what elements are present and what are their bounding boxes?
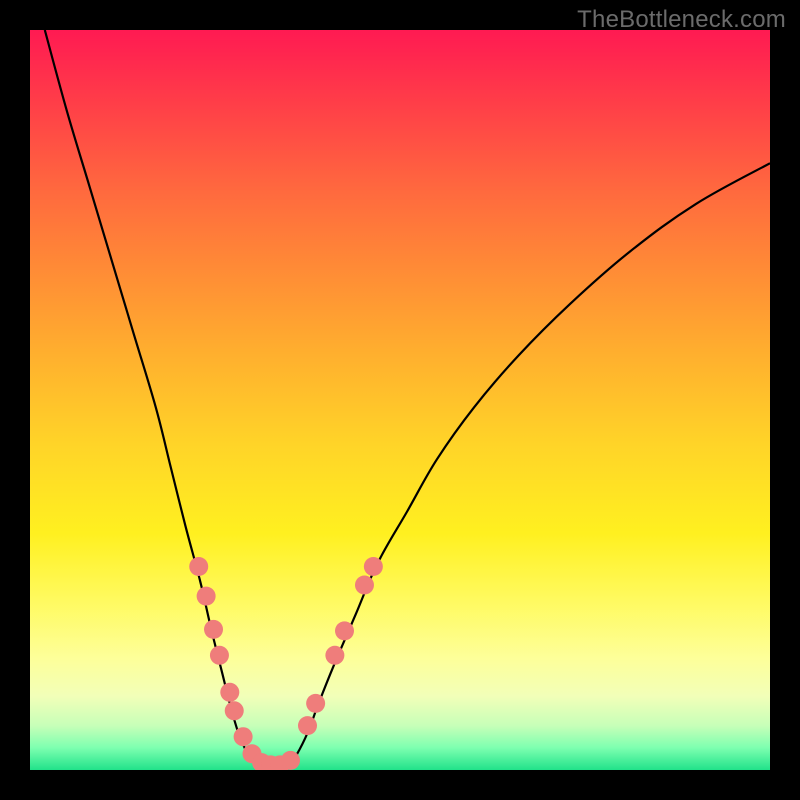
- highlight-dot: [306, 694, 325, 713]
- plot-area: [30, 30, 770, 770]
- highlight-dot: [335, 621, 354, 640]
- highlight-dot: [298, 716, 317, 735]
- highlight-dot: [189, 557, 208, 576]
- highlight-dot: [220, 683, 239, 702]
- chart-svg: [30, 30, 770, 770]
- outer-frame: TheBottleneck.com: [0, 0, 800, 800]
- right-curve-path: [289, 163, 770, 765]
- highlight-dots-group: [189, 557, 383, 770]
- highlight-dot: [355, 576, 374, 595]
- highlight-dot: [197, 587, 216, 606]
- watermark-label: TheBottleneck.com: [577, 6, 786, 34]
- highlight-dot: [234, 727, 253, 746]
- highlight-dot: [204, 620, 223, 639]
- highlight-dot: [281, 751, 300, 770]
- highlight-dot: [325, 646, 344, 665]
- highlight-dot: [210, 646, 229, 665]
- highlight-dot: [364, 557, 383, 576]
- highlight-dot: [225, 701, 244, 720]
